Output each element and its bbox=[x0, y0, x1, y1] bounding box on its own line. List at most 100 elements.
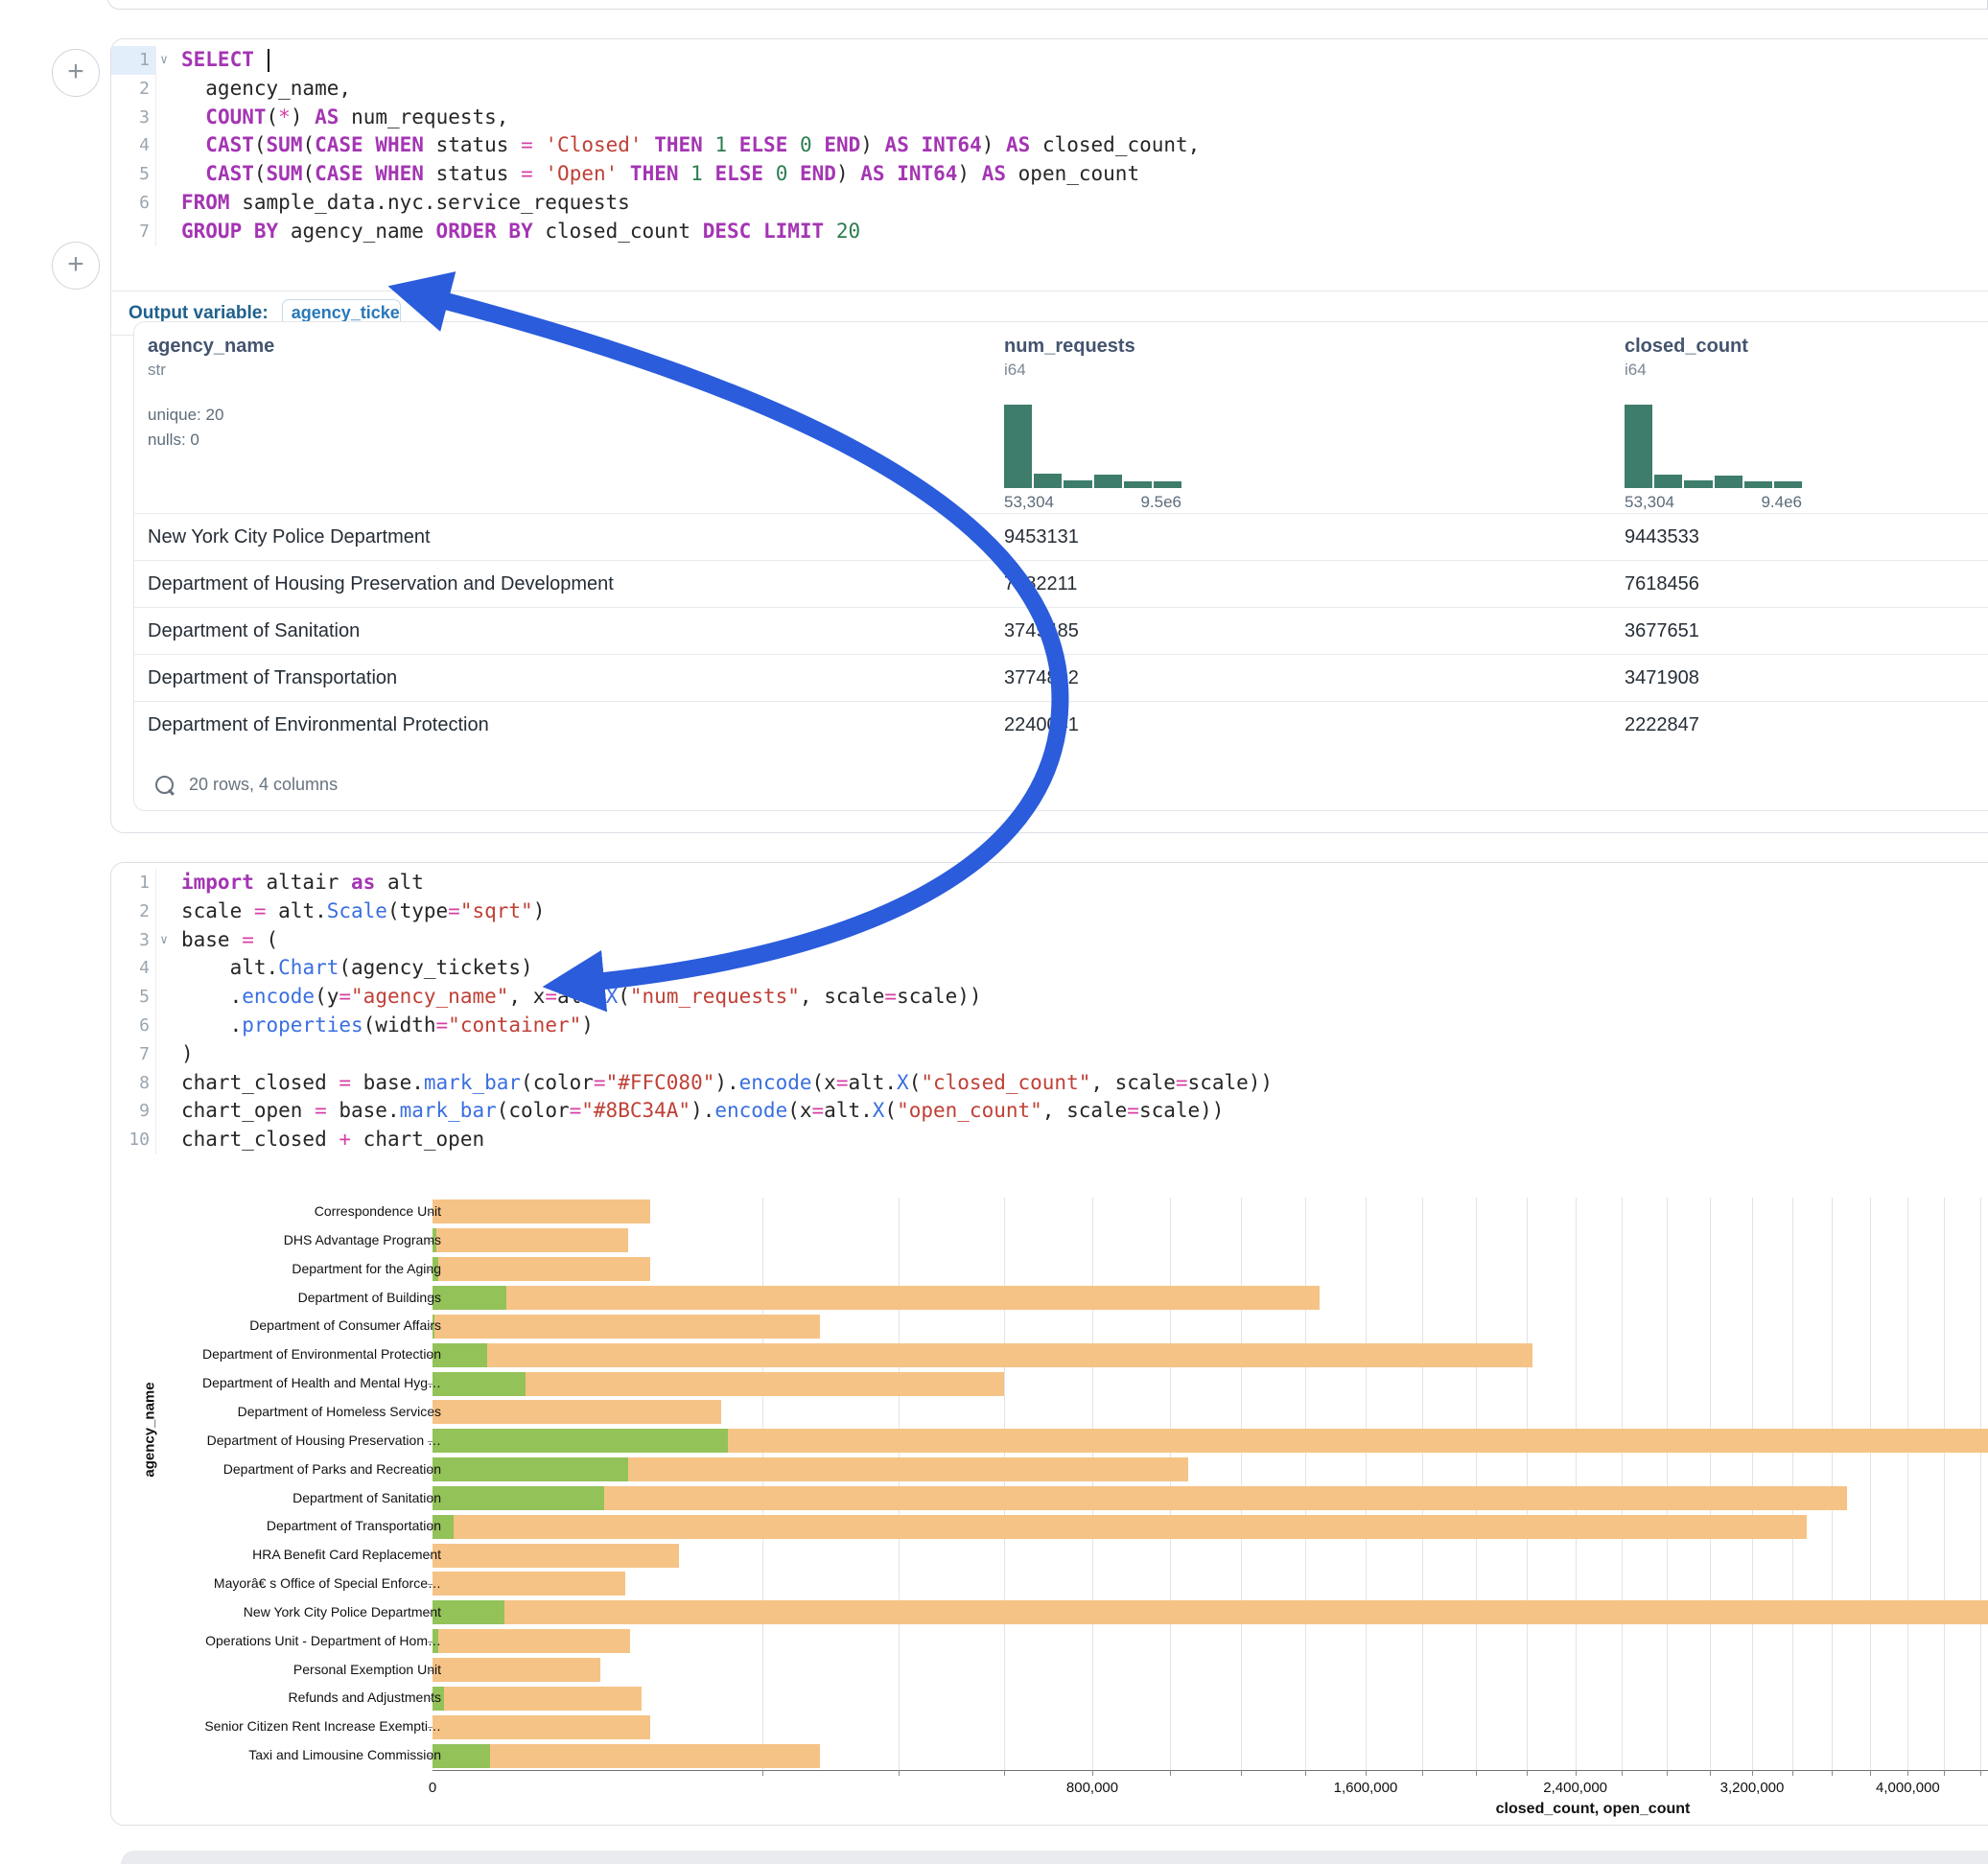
code-line[interactable]: 5 .encode(y="agency_name", x=alt.X("num_… bbox=[111, 983, 1988, 1012]
sql-code-editor[interactable]: 1∨SELECT 2 agency_name,3 COUNT(*) AS num… bbox=[111, 46, 1988, 246]
add-cell-button[interactable]: + bbox=[52, 49, 100, 97]
gridline bbox=[1305, 1198, 1306, 1770]
cell-num-requests: 3774892 bbox=[1004, 655, 1079, 702]
column-name: agency_name bbox=[148, 336, 274, 358]
cell-agency-name: Department of Sanitation bbox=[148, 608, 360, 655]
code-text[interactable]: FROM sample_data.nyc.service_requests bbox=[156, 189, 630, 218]
python-code-editor[interactable]: 1import altair as alt2scale = alt.Scale(… bbox=[111, 869, 1988, 1154]
hist-max-label: 9.4e6 bbox=[1761, 493, 1802, 512]
y-tick-label: Refunds and Adjustments bbox=[288, 1684, 441, 1713]
table-row[interactable]: Department of Sanitation37494853677651 bbox=[134, 607, 1988, 655]
table-row[interactable]: New York City Police Department945313194… bbox=[134, 513, 1988, 561]
histogram-bar bbox=[1654, 475, 1682, 488]
axis-minor-tick bbox=[1792, 1770, 1793, 1776]
notebook-page: + + 1∨SELECT 2 agency_name,3 COUNT(*) AS… bbox=[0, 0, 1988, 1864]
y-axis-tick bbox=[428, 1441, 433, 1442]
cell-agency-name: Department of Transportation bbox=[148, 655, 397, 702]
code-text[interactable]: SELECT bbox=[156, 46, 269, 75]
gridline bbox=[899, 1198, 900, 1770]
fold-chevron-icon[interactable]: ∨ bbox=[157, 926, 171, 955]
closed-count-bar bbox=[433, 1315, 820, 1339]
axis-minor-tick bbox=[1241, 1770, 1242, 1776]
line-number: 1∨ bbox=[111, 46, 156, 75]
code-text[interactable]: .encode(y="agency_name", x=alt.X("num_re… bbox=[156, 983, 982, 1012]
y-axis-tick bbox=[428, 1384, 433, 1385]
code-text[interactable]: import altair as alt bbox=[156, 869, 424, 897]
code-text[interactable]: chart_closed + chart_open bbox=[156, 1126, 484, 1154]
code-text[interactable]: COUNT(*) AS num_requests, bbox=[156, 104, 508, 132]
y-axis-tick bbox=[428, 1212, 433, 1213]
gridline bbox=[1667, 1198, 1668, 1770]
histogram-bar bbox=[1154, 481, 1181, 488]
code-line[interactable]: 7) bbox=[111, 1040, 1988, 1069]
axis-minor-tick bbox=[1366, 1770, 1367, 1776]
closed-count-bar bbox=[433, 1343, 1532, 1367]
code-line[interactable]: 1∨SELECT bbox=[111, 46, 1988, 75]
search-icon[interactable] bbox=[155, 776, 174, 794]
code-line[interactable]: 5 CAST(SUM(CASE WHEN status = 'Open' THE… bbox=[111, 160, 1988, 189]
line-number: 2 bbox=[111, 897, 156, 926]
code-line[interactable]: 6 .properties(width="container") bbox=[111, 1012, 1988, 1040]
y-axis-tick bbox=[428, 1412, 433, 1413]
code-text[interactable]: scale = alt.Scale(type="sqrt") bbox=[156, 897, 545, 926]
histogram-bar bbox=[1684, 480, 1712, 488]
line-number: 8 bbox=[111, 1069, 156, 1098]
code-line[interactable]: 4 CAST(SUM(CASE WHEN status = 'Closed' T… bbox=[111, 131, 1988, 160]
axis-minor-tick bbox=[1710, 1770, 1711, 1776]
y-axis-tick bbox=[428, 1297, 433, 1298]
closed-count-bar bbox=[433, 1257, 650, 1281]
y-tick-label: Personal Exemption Unit bbox=[293, 1656, 441, 1685]
code-line[interactable]: 8chart_closed = base.mark_bar(color="#FF… bbox=[111, 1069, 1988, 1098]
x-tick-label: 0 bbox=[429, 1780, 436, 1796]
code-line[interactable]: 3 COUNT(*) AS num_requests, bbox=[111, 104, 1988, 132]
code-line[interactable]: 4 alt.Chart(agency_tickets) bbox=[111, 954, 1988, 983]
table-row[interactable]: Department of Housing Preservation and D… bbox=[134, 560, 1988, 608]
code-text[interactable]: chart_open = base.mark_bar(color="#8BC34… bbox=[156, 1097, 1224, 1126]
open-count-bar bbox=[433, 1486, 604, 1510]
gridline bbox=[1476, 1198, 1477, 1770]
code-text[interactable]: base = ( bbox=[156, 926, 278, 955]
code-text[interactable]: GROUP BY agency_name ORDER BY closed_cou… bbox=[156, 218, 860, 246]
code-line[interactable]: 6FROM sample_data.nyc.service_requests bbox=[111, 189, 1988, 218]
table-footer: 20 rows, 4 columns bbox=[134, 757, 338, 811]
code-line[interactable]: 3∨base = ( bbox=[111, 926, 1988, 955]
y-axis-tick bbox=[428, 1642, 433, 1643]
code-line[interactable]: 7GROUP BY agency_name ORDER BY closed_co… bbox=[111, 218, 1988, 246]
closed-count-bar bbox=[433, 1515, 1807, 1539]
gridline bbox=[1792, 1198, 1793, 1770]
code-text[interactable]: agency_name, bbox=[156, 75, 351, 104]
column-stats: unique: 20 nulls: 0 bbox=[148, 403, 274, 453]
gridline bbox=[1527, 1198, 1528, 1770]
cell-agency-name: Department of Environmental Protection bbox=[148, 702, 489, 749]
add-cell-button[interactable]: + bbox=[52, 242, 100, 290]
gridline bbox=[1170, 1198, 1171, 1770]
axis-minor-tick bbox=[899, 1770, 900, 1776]
axis-minor-tick bbox=[1305, 1770, 1306, 1776]
stat-unique: unique: 20 bbox=[148, 403, 274, 428]
code-text[interactable]: .properties(width="container") bbox=[156, 1012, 594, 1040]
histogram-bar bbox=[1774, 481, 1802, 488]
code-line[interactable]: 2 agency_name, bbox=[111, 75, 1988, 104]
code-line[interactable]: 2scale = alt.Scale(type="sqrt") bbox=[111, 897, 1988, 926]
fold-chevron-icon[interactable]: ∨ bbox=[157, 46, 171, 75]
closed-count-bar bbox=[433, 1544, 679, 1568]
code-text[interactable]: chart_closed = base.mark_bar(color="#FFC… bbox=[156, 1069, 1273, 1098]
code-text[interactable]: CAST(SUM(CASE WHEN status = 'Open' THEN … bbox=[156, 160, 1139, 189]
code-line[interactable]: 1import altair as alt bbox=[111, 869, 1988, 897]
closed-count-bar bbox=[433, 1629, 630, 1653]
code-text[interactable]: ) bbox=[156, 1040, 194, 1069]
code-text[interactable]: CAST(SUM(CASE WHEN status = 'Closed' THE… bbox=[156, 131, 1200, 160]
line-number: 6 bbox=[111, 1012, 156, 1040]
code-line[interactable]: 9chart_open = base.mark_bar(color="#8BC3… bbox=[111, 1097, 1988, 1126]
column-name: closed_count bbox=[1625, 336, 1748, 358]
x-tick-label: 2,400,000 bbox=[1543, 1780, 1607, 1796]
histogram-bar bbox=[1124, 481, 1152, 488]
line-number: 7 bbox=[111, 218, 156, 246]
code-text[interactable]: alt.Chart(agency_tickets) bbox=[156, 954, 533, 983]
line-number: 5 bbox=[111, 983, 156, 1012]
code-line[interactable]: 10chart_closed + chart_open bbox=[111, 1126, 1988, 1154]
next-cell-edge bbox=[121, 1851, 1988, 1864]
closed-count-histogram bbox=[1625, 405, 1802, 488]
table-row[interactable]: Department of Environmental Protection22… bbox=[134, 701, 1988, 749]
table-row[interactable]: Department of Transportation377489234719… bbox=[134, 654, 1988, 702]
